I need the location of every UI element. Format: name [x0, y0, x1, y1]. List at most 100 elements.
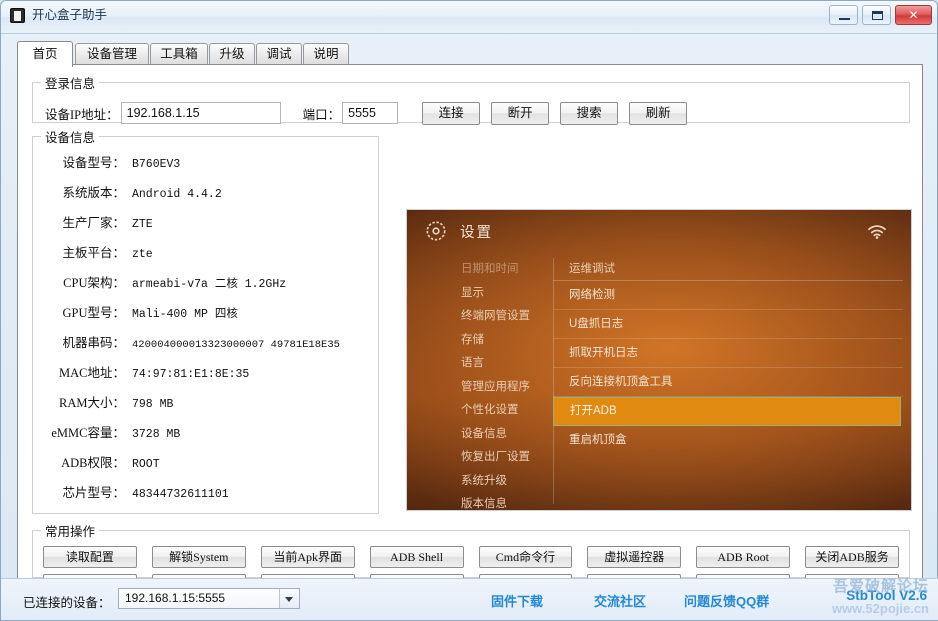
device-info-value: 420004000013323000007 49781E18E35	[132, 339, 340, 351]
tv-sidebar: 日期和时间 显示 终端网管设置 存储 语言 管理应用程序 个性化设置 设备信息 …	[453, 258, 553, 511]
tv-sidebar-item-factory-reset[interactable]: 恢复出厂设置	[453, 446, 553, 470]
device-info-value: 48344732611101	[132, 488, 229, 501]
read-config-button[interactable]: 读取配置	[43, 546, 137, 568]
device-info-value: ROOT	[132, 458, 160, 471]
tv-title: 设置	[460, 221, 493, 242]
maximize-icon	[872, 11, 883, 20]
minimize-button[interactable]	[829, 5, 858, 25]
device-info-key: 芯片型号：	[33, 482, 132, 501]
tv-panel-title: 运维调试	[553, 258, 903, 281]
connected-device-select[interactable]: 192.168.1.15:5555	[118, 588, 300, 609]
tab-help[interactable]: 说明	[303, 43, 349, 65]
brand-version-label: StbTool V2.6	[846, 588, 927, 603]
device-info-key: CPU架构：	[33, 272, 132, 291]
tv-sidebar-item-language[interactable]: 语言	[453, 352, 553, 376]
tv-item-open-adb[interactable]: 打开ADB	[553, 397, 901, 426]
tv-sidebar-item-datetime[interactable]: 日期和时间	[453, 258, 553, 282]
refresh-button[interactable]: 刷新	[629, 102, 687, 125]
tv-item-network-test[interactable]: 网络检测	[553, 281, 903, 310]
connected-device-value: 192.168.1.15:5555	[125, 591, 225, 605]
app-icon	[10, 8, 25, 23]
tv-sidebar-item-device-info[interactable]: 设备信息	[453, 423, 553, 447]
maximize-button[interactable]	[862, 5, 891, 25]
connect-button[interactable]: 连接	[422, 102, 480, 125]
unlock-system-button[interactable]: 解锁System	[152, 546, 246, 568]
tv-sidebar-item-network-mgmt[interactable]: 终端网管设置	[453, 305, 553, 329]
tv-header: 设置	[425, 220, 493, 242]
port-input[interactable]	[342, 102, 398, 124]
connected-device-label: 已连接的设备：	[23, 592, 111, 611]
device-info-value: Android 4.4.2	[132, 188, 222, 201]
device-info-row: GPU型号： Mali-400 MP 四核	[33, 302, 378, 332]
tv-sidebar-item-personalize[interactable]: 个性化设置	[453, 399, 553, 423]
tv-item-usb-log[interactable]: U盘抓日志	[553, 310, 903, 339]
device-info-key: 机器串码：	[33, 332, 132, 351]
device-info-row: MAC地址： 74:97:81:E1:8E:35	[33, 362, 378, 392]
title-bar-left: 开心盒子助手	[10, 8, 107, 23]
status-bar: 已连接的设备： 192.168.1.15:5555 固件下载 交流社区 问题反馈…	[1, 578, 938, 620]
wifi-icon	[867, 224, 887, 240]
application-window: 开心盒子助手 ✕ 首页 设备管理 工具箱 升级 调试 说明 登录信息 设备IP地…	[0, 0, 938, 621]
device-info-value: ZTE	[132, 218, 153, 231]
tv-item-reverse-connect[interactable]: 反向连接机顶盒工具	[553, 368, 903, 397]
tab-device-mgmt[interactable]: 设备管理	[75, 43, 149, 65]
tv-sidebar-item-version-info[interactable]: 版本信息	[453, 493, 553, 511]
close-adb-service-button[interactable]: 关闭ADB服务	[805, 546, 899, 568]
tab-home[interactable]: 首页	[17, 41, 73, 67]
window-controls: ✕	[829, 5, 932, 25]
close-button[interactable]: ✕	[895, 5, 932, 25]
tv-sidebar-item-storage[interactable]: 存储	[453, 329, 553, 353]
device-info-row: 系统版本： Android 4.4.2	[33, 182, 378, 212]
adb-root-button[interactable]: ADB Root	[696, 546, 790, 568]
tv-item-reboot-box[interactable]: 重启机顶盒	[553, 426, 903, 455]
title-bar: 开心盒子助手 ✕	[1, 1, 937, 34]
device-info-value: 798 MB	[132, 398, 173, 411]
device-info-value: 3728 MB	[132, 428, 180, 441]
device-info-legend: 设备信息	[41, 127, 99, 146]
community-link[interactable]: 交流社区	[594, 591, 646, 610]
device-info-key: ADB权限：	[33, 452, 132, 471]
feedback-qq-link[interactable]: 问题反馈QQ群	[684, 591, 769, 610]
ip-input[interactable]	[121, 102, 281, 124]
tv-screenshot-preview: 设置 日期和时间 显示 终端网管设置 存储 语言 管理应用程序 个性化设置 设备…	[406, 209, 912, 511]
device-info-key: GPU型号：	[33, 302, 132, 321]
device-info-value: B760EV3	[132, 158, 180, 171]
device-info-key: eMMC容量：	[33, 422, 132, 441]
tv-content-panel: 运维调试 网络检测 U盘抓日志 抓取开机日志 反向连接机顶盒工具 打开ADB 重…	[553, 258, 903, 455]
cmd-line-button[interactable]: Cmd命令行	[479, 546, 573, 568]
device-info-row: 芯片型号： 48344732611101	[33, 482, 378, 512]
tv-sidebar-item-system-upgrade[interactable]: 系统升级	[453, 470, 553, 494]
tab-upgrade[interactable]: 升级	[209, 43, 255, 65]
main-panel: 登录信息 设备IP地址： 端口： 连接 断开 搜索 刷新 设备信息 设备型号： …	[17, 64, 923, 579]
disconnect-button[interactable]: 断开	[491, 102, 549, 125]
device-info-value: armeabi-v7a 二核 1.2GHz	[132, 275, 286, 291]
port-label: 端口：	[303, 104, 341, 123]
device-info-row: eMMC容量： 3728 MB	[33, 422, 378, 452]
search-button[interactable]: 搜索	[560, 102, 618, 125]
window-title: 开心盒子助手	[32, 8, 107, 23]
adb-shell-button[interactable]: ADB Shell	[370, 546, 464, 568]
virtual-remote-button[interactable]: 虚拟遥控器	[587, 546, 681, 568]
device-info-row: ADB权限： ROOT	[33, 452, 378, 482]
tv-item-boot-log[interactable]: 抓取开机日志	[553, 339, 903, 368]
tab-toolbox[interactable]: 工具箱	[150, 43, 208, 65]
device-info-row: RAM大小： 798 MB	[33, 392, 378, 422]
device-info-row: 生产厂家： ZTE	[33, 212, 378, 242]
tv-sidebar-item-display[interactable]: 显示	[453, 282, 553, 306]
login-group-legend: 登录信息	[41, 73, 99, 92]
common-operations-legend: 常用操作	[41, 521, 99, 540]
device-info-row: 机器串码： 420004000013323000007 49781E18E35	[33, 332, 378, 362]
device-info-key: RAM大小：	[33, 392, 132, 411]
tv-sidebar-item-app-mgmt[interactable]: 管理应用程序	[453, 376, 553, 400]
close-icon: ✕	[908, 9, 918, 21]
login-group: 登录信息 设备IP地址： 端口： 连接 断开 搜索 刷新	[32, 73, 910, 123]
current-apk-button[interactable]: 当前Apk界面	[261, 546, 355, 568]
device-info-group: 设备信息 设备型号： B760EV3 系统版本： Android 4.4.2 生…	[32, 127, 379, 514]
firmware-download-link[interactable]: 固件下载	[491, 591, 543, 610]
device-info-key: MAC地址：	[33, 362, 132, 381]
tab-debug[interactable]: 调试	[256, 43, 302, 65]
chevron-down-icon[interactable]	[279, 589, 299, 608]
login-row: 设备IP地址： 端口： 连接 断开 搜索 刷新	[45, 100, 901, 126]
device-info-value: 74:97:81:E1:8E:35	[132, 368, 249, 381]
gear-icon	[425, 220, 447, 242]
